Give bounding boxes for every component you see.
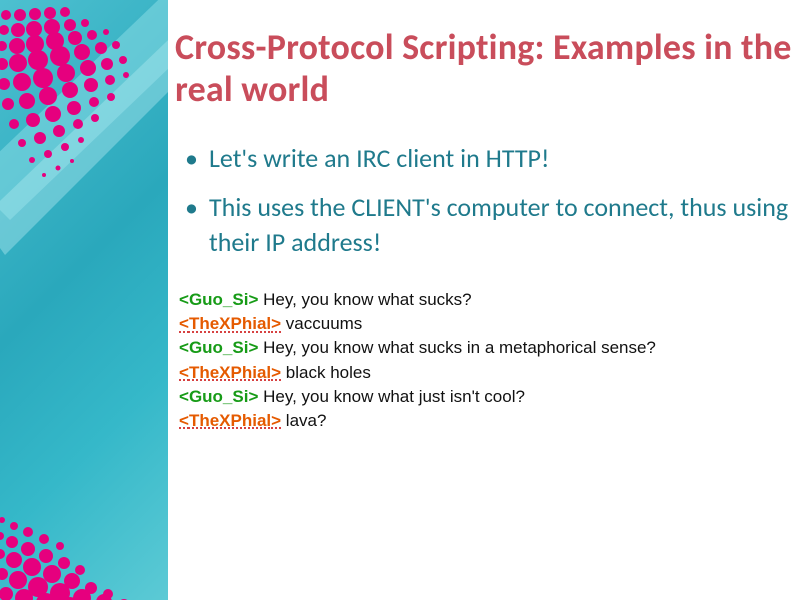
chat-msg: Hey, you know what sucks?: [258, 290, 471, 309]
chat-line: <Guo_Si> Hey, you know what just isn't c…: [179, 385, 795, 409]
chat-user: <TheXPhial>: [179, 314, 281, 333]
chat-msg: Hey, you know what sucks in a metaphoric…: [258, 338, 656, 357]
decorative-sidebar: [0, 0, 168, 600]
chat-msg: black holes: [281, 363, 371, 382]
chat-line: <Guo_Si> Hey, you know what sucks?: [179, 288, 795, 312]
chat-user: <TheXPhial>: [179, 411, 281, 430]
chat-line: <TheXPhial> lava?: [179, 409, 795, 433]
chat-line: <TheXPhial> vaccuums: [179, 312, 795, 336]
chat-line: <TheXPhial> black holes: [179, 361, 795, 385]
bullet-item: This uses the CLIENT's computer to conne…: [185, 190, 795, 260]
sidebar-pattern: [0, 0, 168, 600]
slide-content: Cross-Protocol Scripting: Examples in th…: [175, 0, 795, 600]
chat-line: <Guo_Si> Hey, you know what sucks in a m…: [179, 336, 795, 360]
chat-user: <Guo_Si>: [179, 387, 258, 406]
chat-msg: vaccuums: [281, 314, 362, 333]
bullet-list: Let's write an IRC client in HTTP! This …: [175, 141, 795, 260]
chat-msg: Hey, you know what just isn't cool?: [258, 387, 525, 406]
chat-user: <TheXPhial>: [179, 363, 281, 382]
slide-title: Cross-Protocol Scripting: Examples in th…: [175, 26, 795, 111]
chat-user: <Guo_Si>: [179, 338, 258, 357]
chat-user: <Guo_Si>: [179, 290, 258, 309]
chat-transcript: <Guo_Si> Hey, you know what sucks? <TheX…: [175, 288, 795, 433]
bullet-item: Let's write an IRC client in HTTP!: [185, 141, 795, 176]
chat-msg: lava?: [281, 411, 326, 430]
